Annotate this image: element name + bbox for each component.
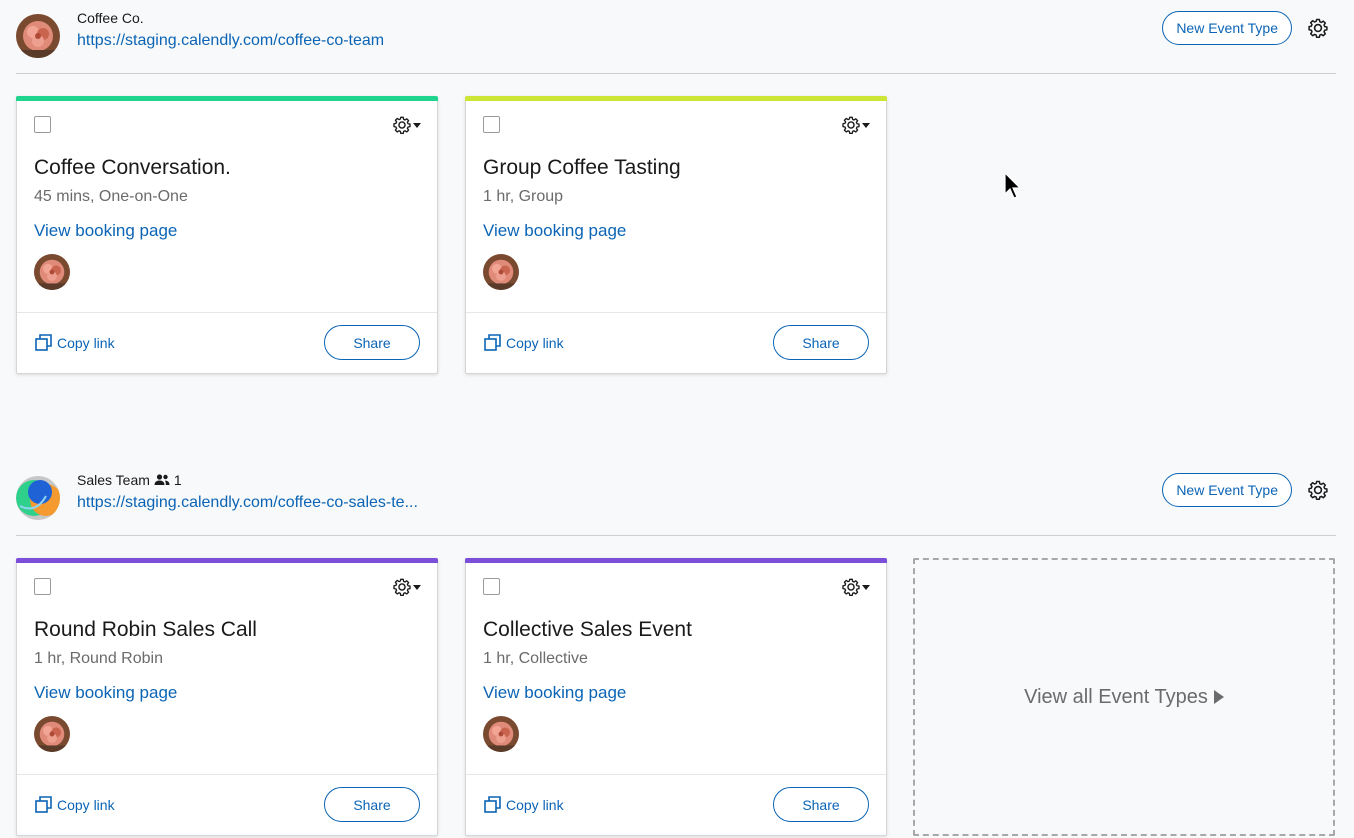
view-booking-page-link[interactable]: View booking page bbox=[34, 221, 177, 241]
copy-link-label: Copy link bbox=[57, 334, 115, 351]
event-meta: 1 hr, Round Robin bbox=[34, 650, 163, 667]
card-footer-divider bbox=[17, 312, 437, 313]
event-card: Group Coffee Tasting 1 hr, Group View bo… bbox=[465, 96, 887, 374]
select-checkbox[interactable] bbox=[483, 578, 500, 595]
card-footer-divider bbox=[17, 774, 437, 775]
caret-down-icon bbox=[413, 584, 421, 590]
new-event-type-button[interactable]: New Event Type bbox=[1162, 11, 1292, 45]
copy-link-label: Copy link bbox=[506, 334, 564, 351]
share-button[interactable]: Share bbox=[773, 325, 869, 360]
cursor-icon bbox=[1004, 172, 1022, 199]
card-color-bar bbox=[16, 96, 438, 101]
copy-icon bbox=[484, 334, 501, 351]
copy-link-button[interactable]: Copy link bbox=[484, 334, 564, 351]
host-avatar bbox=[483, 254, 519, 290]
host-avatar bbox=[34, 716, 70, 752]
play-icon bbox=[1213, 690, 1224, 704]
share-button[interactable]: Share bbox=[324, 787, 420, 822]
event-meta: 1 hr, Group bbox=[483, 188, 564, 205]
event-title: Collective Sales Event bbox=[483, 618, 692, 641]
share-button[interactable]: Share bbox=[324, 325, 420, 360]
new-event-type-button[interactable]: New Event Type bbox=[1162, 473, 1292, 507]
gear-icon bbox=[393, 116, 411, 134]
host-avatar bbox=[483, 716, 519, 752]
event-title: Group Coffee Tasting bbox=[483, 156, 681, 179]
view-all-label: View all Event Types bbox=[1024, 685, 1208, 708]
view-booking-page-link[interactable]: View booking page bbox=[483, 683, 626, 703]
card-color-bar bbox=[465, 558, 887, 563]
card-color-bar bbox=[465, 96, 887, 101]
host-avatar bbox=[34, 254, 70, 290]
copy-link-button[interactable]: Copy link bbox=[35, 796, 115, 813]
card-color-bar bbox=[16, 558, 438, 563]
copy-icon bbox=[35, 796, 52, 813]
copy-icon bbox=[35, 334, 52, 351]
team-name: Sales Team 1 bbox=[77, 472, 182, 488]
gear-icon bbox=[393, 578, 411, 596]
gear-icon bbox=[842, 116, 860, 134]
gear-icon[interactable] bbox=[1308, 480, 1328, 501]
event-title: Coffee Conversation. bbox=[34, 156, 231, 179]
card-settings-menu[interactable] bbox=[842, 578, 870, 596]
copy-link-button[interactable]: Copy link bbox=[484, 796, 564, 813]
card-footer-divider bbox=[466, 774, 886, 775]
team-header-coffee-co: Coffee Co. https://staging.calendly.com/… bbox=[16, 0, 1336, 62]
team-url-link[interactable]: https://staging.calendly.com/coffee-co-s… bbox=[77, 494, 418, 512]
copy-link-label: Copy link bbox=[57, 796, 115, 813]
share-button[interactable]: Share bbox=[773, 787, 869, 822]
copy-icon bbox=[484, 796, 501, 813]
event-meta: 1 hr, Collective bbox=[483, 650, 588, 667]
caret-down-icon bbox=[862, 584, 870, 590]
people-icon bbox=[154, 474, 170, 486]
gear-icon[interactable] bbox=[1308, 18, 1328, 39]
copy-link-button[interactable]: Copy link bbox=[35, 334, 115, 351]
card-settings-menu[interactable] bbox=[842, 116, 870, 134]
section-divider bbox=[16, 73, 1336, 74]
caret-down-icon bbox=[413, 122, 421, 128]
copy-link-label: Copy link bbox=[506, 796, 564, 813]
card-settings-menu[interactable] bbox=[393, 578, 421, 596]
view-booking-page-link[interactable]: View booking page bbox=[483, 221, 626, 241]
event-card: Coffee Conversation. 45 mins, One-on-One… bbox=[16, 96, 438, 374]
event-card: Round Robin Sales Call 1 hr, Round Robin… bbox=[16, 558, 438, 836]
section-divider bbox=[16, 535, 1336, 536]
event-card: Collective Sales Event 1 hr, Collective … bbox=[465, 558, 887, 836]
team-header-sales-team: Sales Team 1 https://staging.calendly.co… bbox=[16, 462, 1336, 524]
gear-icon bbox=[842, 578, 860, 596]
team-name: Coffee Co. bbox=[77, 10, 144, 26]
team-avatar bbox=[16, 14, 60, 58]
select-checkbox[interactable] bbox=[34, 116, 51, 133]
select-checkbox[interactable] bbox=[483, 116, 500, 133]
view-all-event-types-link[interactable]: View all Event Types bbox=[913, 558, 1335, 836]
card-settings-menu[interactable] bbox=[393, 116, 421, 134]
event-meta: 45 mins, One-on-One bbox=[34, 188, 188, 205]
view-booking-page-link[interactable]: View booking page bbox=[34, 683, 177, 703]
caret-down-icon bbox=[862, 122, 870, 128]
select-checkbox[interactable] bbox=[34, 578, 51, 595]
team-avatar bbox=[16, 476, 60, 520]
event-title: Round Robin Sales Call bbox=[34, 618, 257, 641]
card-footer-divider bbox=[466, 312, 886, 313]
team-url-link[interactable]: https://staging.calendly.com/coffee-co-t… bbox=[77, 32, 384, 50]
member-count: 1 bbox=[173, 472, 182, 488]
